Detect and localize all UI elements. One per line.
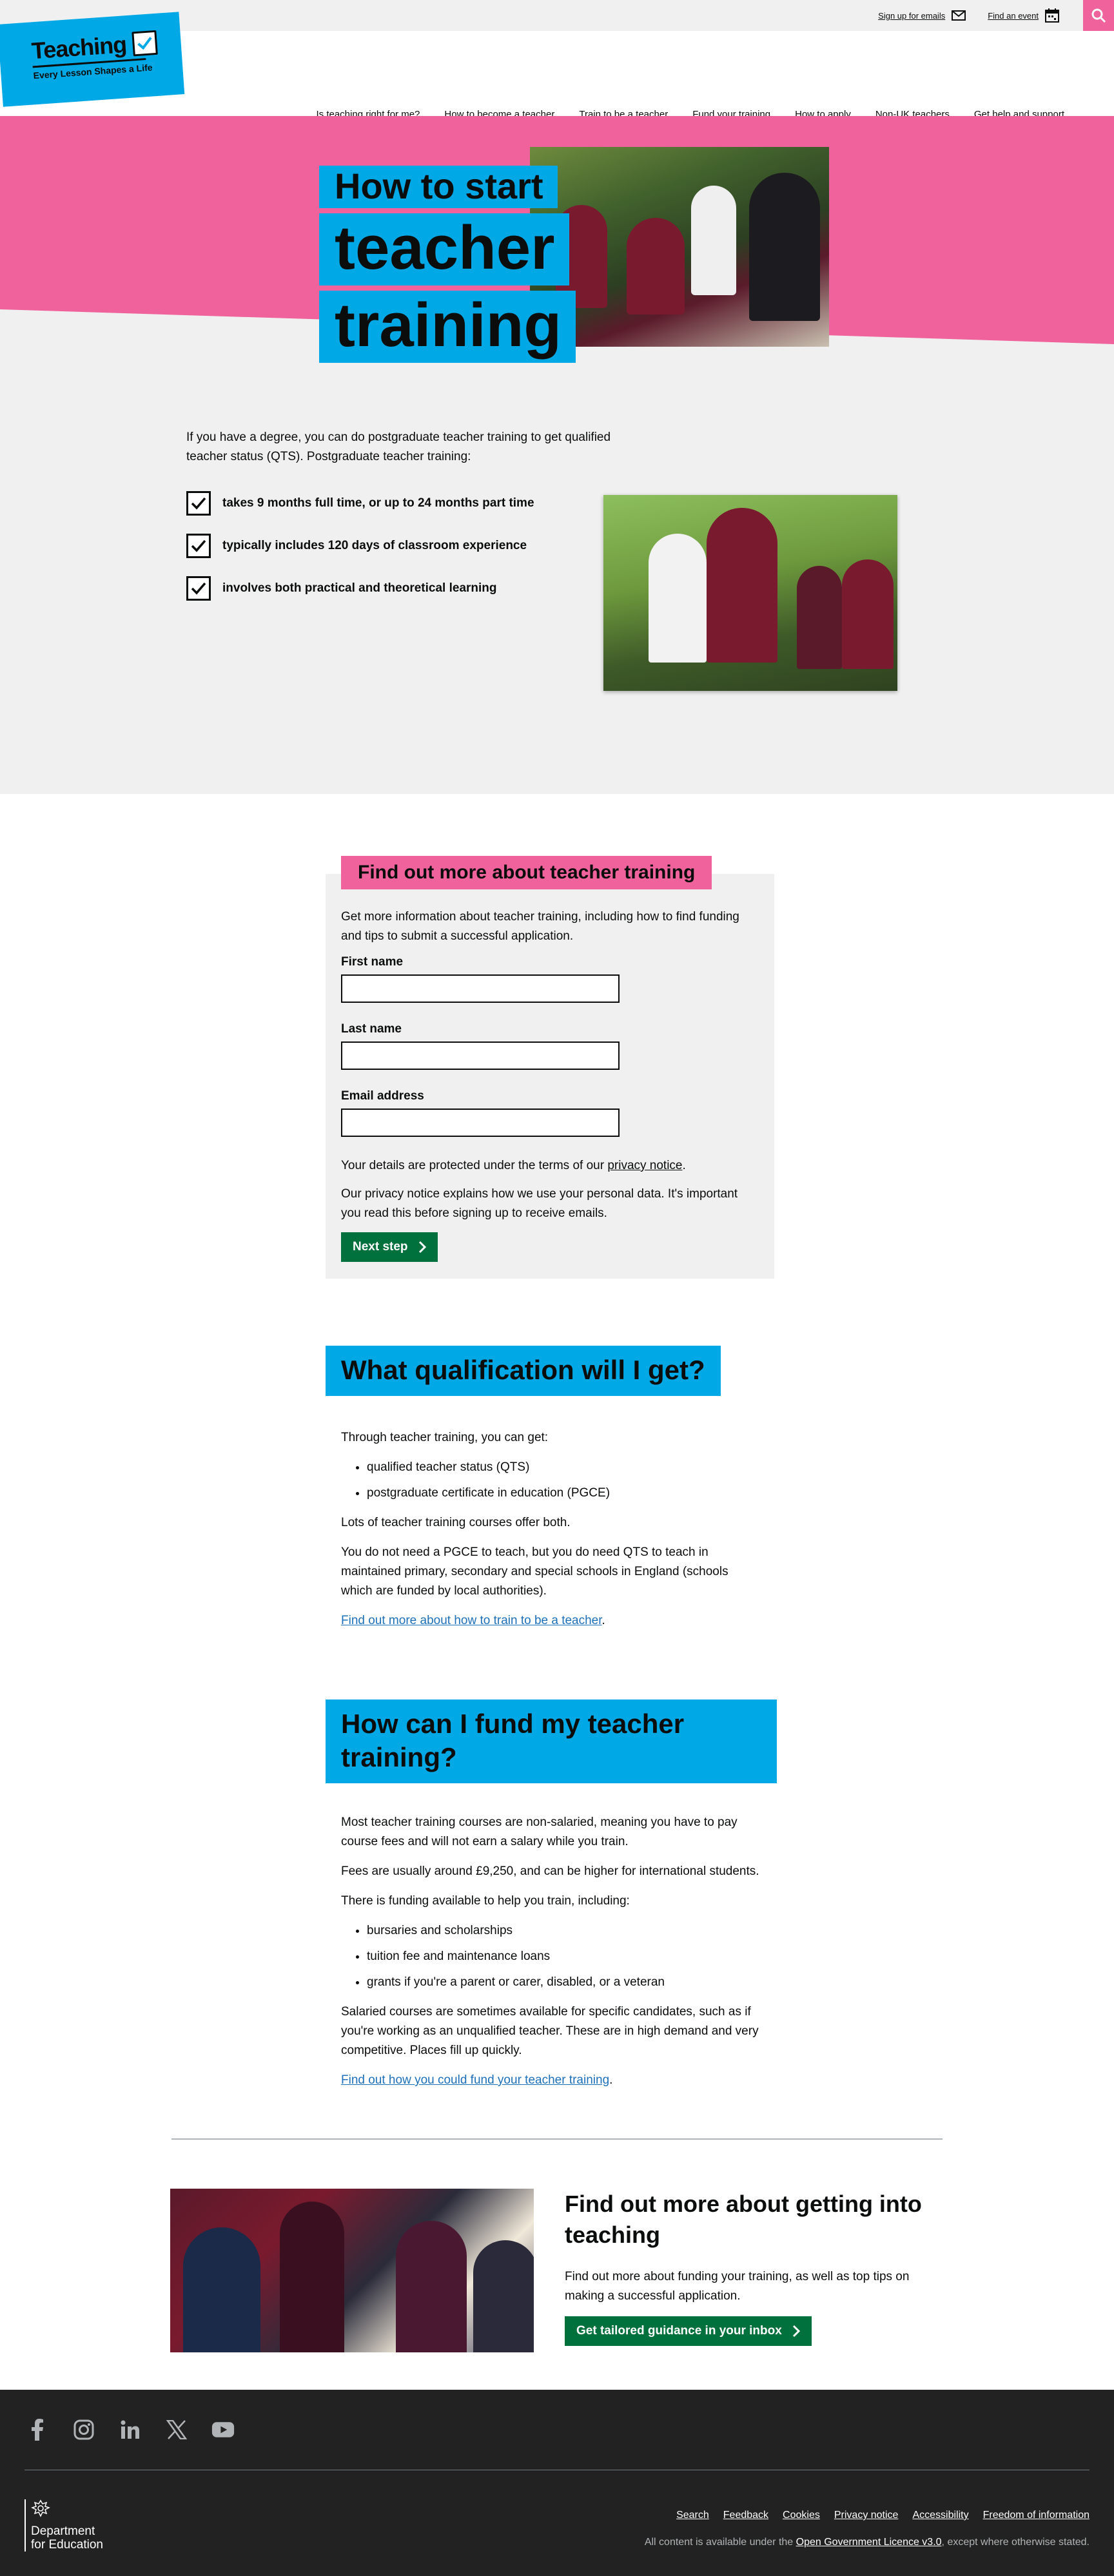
qualification-paragraph: You do not need a PGCE to teach, but you… bbox=[341, 1545, 728, 1598]
last-name-label: Last name bbox=[341, 1022, 402, 1036]
cta-block: Find out more about getting into teachin… bbox=[565, 2189, 939, 2346]
utility-links: Sign up for emails Find an event bbox=[878, 0, 1059, 31]
find-event-label: Find an event bbox=[988, 10, 1039, 21]
funding-list: bursaries and scholarships tuition fee a… bbox=[367, 1921, 761, 1992]
ogl-licence-link[interactable]: Open Government Licence v3.0 bbox=[796, 2537, 942, 2548]
footer-link-accessibility[interactable]: Accessibility bbox=[912, 2510, 968, 2521]
privacy-statement: Your details are protected under the ter… bbox=[341, 1159, 686, 1172]
tailored-guidance-button[interactable]: Get tailored guidance in your inbox bbox=[565, 2316, 812, 2346]
footer-link-cookies[interactable]: Cookies bbox=[783, 2510, 820, 2521]
social-links bbox=[26, 2418, 235, 2441]
list-item: bursaries and scholarships bbox=[367, 1921, 761, 1941]
logo-check-icon bbox=[132, 30, 159, 57]
funding-paragraph: Fees are usually around £9,250, and can … bbox=[341, 1864, 759, 1878]
list-item: postgraduate certificate in education (P… bbox=[367, 1484, 761, 1503]
train-to-be-teacher-link[interactable]: Find out more about how to train to be a… bbox=[341, 1614, 602, 1627]
royal-crest-icon bbox=[31, 2499, 103, 2521]
next-step-button[interactable]: Next step bbox=[341, 1232, 438, 1262]
checkbox-tick-icon bbox=[186, 576, 211, 601]
funding-paragraph: Most teacher training courses are non-sa… bbox=[341, 1816, 738, 1848]
footer-links: Search Feedback Cookies Privacy notice A… bbox=[676, 2510, 1090, 2521]
chevron-right-icon bbox=[792, 2325, 800, 2338]
page-title-line-2: teacher bbox=[319, 213, 569, 286]
checklist-item: involves both practical and theoretical … bbox=[186, 576, 534, 601]
footer-link-search[interactable]: Search bbox=[676, 2510, 709, 2521]
checklist-item-text: typically includes 120 days of classroom… bbox=[222, 539, 527, 552]
form-panel: Get more information about teacher train… bbox=[326, 874, 774, 1279]
fund-training-link[interactable]: Find out how you could fund your teacher… bbox=[341, 2073, 609, 2087]
page-title: How to start teacher training bbox=[319, 166, 576, 368]
youtube-icon[interactable] bbox=[211, 2418, 235, 2441]
checkbox-tick-icon bbox=[186, 491, 211, 516]
sign-up-emails-label: Sign up for emails bbox=[878, 10, 946, 21]
qualification-paragraph: Lots of teacher training courses offer b… bbox=[341, 1516, 571, 1529]
funding-paragraph: There is funding available to help you t… bbox=[341, 1894, 630, 1908]
logo-wordmark: Teaching bbox=[30, 31, 128, 64]
funding-link-paragraph: Find out how you could fund your teacher… bbox=[341, 2073, 613, 2087]
dfe-name-line-2: for Education bbox=[31, 2538, 103, 2552]
qualification-section: What qualification will I get? Through t… bbox=[326, 1346, 777, 1641]
checklist-item: takes 9 months full time, or up to 24 mo… bbox=[186, 491, 534, 516]
funding-section: How can I fund my teacher training? Most… bbox=[326, 1700, 777, 2100]
site-logo[interactable]: Teaching Every Lesson Shapes a Life bbox=[0, 12, 185, 107]
footer-link-foi[interactable]: Freedom of information bbox=[983, 2510, 1090, 2521]
cta-photo-classroom bbox=[170, 2189, 534, 2352]
qualification-list: qualified teacher status (QTS) postgradu… bbox=[367, 1458, 761, 1503]
checklist-item: typically includes 120 days of classroom… bbox=[186, 534, 534, 558]
first-name-input[interactable] bbox=[341, 974, 620, 1003]
instagram-icon[interactable] bbox=[72, 2418, 95, 2441]
tailored-guidance-label: Get tailored guidance in your inbox bbox=[576, 2324, 782, 2338]
page-title-line-3: training bbox=[319, 291, 576, 363]
dfe-name-line-1: Department bbox=[31, 2524, 95, 2538]
search-icon bbox=[1091, 8, 1106, 23]
cta-description: Find out more about funding your trainin… bbox=[565, 2270, 910, 2303]
email-label: Email address bbox=[341, 1089, 424, 1103]
hero-section: How to start teacher training If you hav… bbox=[0, 116, 1114, 794]
hero-photo-teacher-with-pupils bbox=[603, 495, 897, 691]
hero-intro: If you have a degree, you can do postgra… bbox=[186, 431, 611, 463]
chevron-right-icon bbox=[418, 1241, 426, 1254]
privacy-notice-link[interactable]: privacy notice bbox=[607, 1159, 682, 1172]
list-item: qualified teacher status (QTS) bbox=[367, 1458, 761, 1477]
first-name-label: First name bbox=[341, 955, 404, 969]
linkedin-icon[interactable] bbox=[119, 2418, 142, 2441]
qualification-heading: What qualification will I get? bbox=[326, 1346, 721, 1396]
funding-heading: How can I fund my teacher training? bbox=[326, 1700, 777, 1783]
checklist-item-text: involves both practical and theoretical … bbox=[222, 581, 497, 595]
funding-paragraph: Salaried courses are sometimes available… bbox=[341, 2005, 759, 2057]
licence-statement: All content is available under the Open … bbox=[644, 2537, 1090, 2548]
cta-title: Find out more about getting into teachin… bbox=[565, 2191, 922, 2248]
qualification-link-paragraph: Find out more about how to train to be a… bbox=[341, 1614, 605, 1627]
site-footer: Department for Education Search Feedback… bbox=[0, 2390, 1114, 2576]
sign-up-emails-link[interactable]: Sign up for emails bbox=[878, 10, 966, 21]
list-item: tuition fee and maintenance loans bbox=[367, 1947, 761, 1966]
last-name-input[interactable] bbox=[341, 1041, 620, 1070]
footer-link-privacy[interactable]: Privacy notice bbox=[834, 2510, 899, 2521]
email-input[interactable] bbox=[341, 1109, 620, 1137]
privacy-note: Our privacy notice explains how we use y… bbox=[341, 1187, 738, 1220]
list-item: grants if you're a parent or carer, disa… bbox=[367, 1973, 761, 1992]
section-divider bbox=[171, 2138, 943, 2140]
checklist-item-text: takes 9 months full time, or up to 24 mo… bbox=[222, 496, 534, 510]
find-event-link[interactable]: Find an event bbox=[988, 8, 1059, 23]
calendar-icon bbox=[1045, 8, 1059, 23]
page-title-line-1: How to start bbox=[319, 166, 558, 208]
qualification-intro: Through teacher training, you can get: bbox=[341, 1431, 549, 1444]
checkbox-tick-icon bbox=[186, 534, 211, 558]
footer-link-feedback[interactable]: Feedback bbox=[723, 2510, 768, 2521]
search-button[interactable] bbox=[1083, 0, 1114, 31]
x-twitter-icon[interactable] bbox=[165, 2418, 188, 2441]
hero-checklist: takes 9 months full time, or up to 24 mo… bbox=[186, 491, 534, 619]
form-intro: Get more information about teacher train… bbox=[341, 910, 739, 943]
next-step-label: Next step bbox=[353, 1240, 408, 1254]
envelope-icon bbox=[952, 10, 966, 21]
facebook-icon[interactable] bbox=[26, 2418, 49, 2441]
dfe-logo[interactable]: Department for Education bbox=[24, 2499, 103, 2552]
form-heading: Find out more about teacher training bbox=[341, 856, 712, 889]
